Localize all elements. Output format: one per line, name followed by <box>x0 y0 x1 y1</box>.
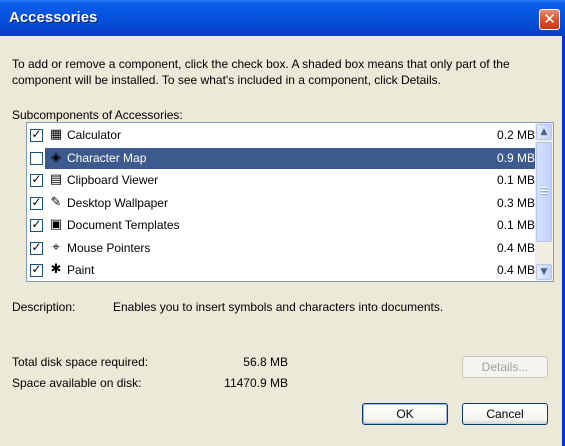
checkmark-icon: ✓ <box>31 172 42 186</box>
component-name: Calculator <box>67 128 122 142</box>
components-listbox[interactable]: ✓ ▦ Calculator 0.2 MB ◈ Character Map 0.9 MB ✓ ▤… <box>26 122 554 282</box>
component-checkbox[interactable]: ✓ <box>30 127 43 142</box>
window-title: Accessories <box>9 9 98 26</box>
disk-available-value: 11470.9 MB <box>224 376 288 390</box>
close-icon: ✕ <box>543 10 556 28</box>
component-size: 0.2 MB <box>496 128 535 142</box>
vertical-scrollbar[interactable]: ▲ ▼ <box>535 123 553 281</box>
ok-button[interactable]: OK <box>362 403 448 425</box>
component-size: 0.9 MB <box>496 150 535 165</box>
details-button[interactable]: Details... <box>462 356 548 378</box>
component-size: 0.4 MB <box>496 240 535 255</box>
wallpaper-icon: ✎ <box>50 194 62 210</box>
close-button[interactable]: ✕ <box>539 9 560 30</box>
component-name: Document Templates <box>67 218 180 232</box>
component-name: Character Map <box>67 150 147 165</box>
list-item[interactable]: ✓ ✎ Desktop Wallpaper 0.3 MB <box>27 192 535 215</box>
paint-icon: ✱ <box>50 262 62 277</box>
thumb-grip <box>541 190 548 191</box>
thumb-grip <box>541 193 548 194</box>
component-checkbox[interactable]: ✓ <box>30 172 43 187</box>
document-template-icon: ▣ <box>49 217 63 232</box>
clipboard-icon: ▤ <box>49 172 63 187</box>
accessories-dialog: Accessories ✕ To add or remove a compone… <box>0 0 565 446</box>
disk-required-value: 56.8 MB <box>243 355 288 369</box>
checkmark-icon: ✓ <box>31 262 42 276</box>
list-item[interactable]: ✓ ▣ Document Templates 0.1 MB <box>27 214 535 237</box>
subcomponents-label: Subcomponents of Accessories: <box>12 108 183 122</box>
disk-required-label: Total disk space required: <box>12 355 149 369</box>
description-value: Enables you to insert symbols and charac… <box>113 300 444 314</box>
description-label: Description: <box>12 300 76 314</box>
checkmark-icon: ✓ <box>31 217 42 231</box>
checkmark-icon: ✓ <box>31 127 42 141</box>
component-checkbox[interactable]: ✓ <box>30 194 43 210</box>
component-size: 0.1 MB <box>496 173 535 187</box>
component-name: Paint <box>67 263 95 277</box>
scroll-thumb[interactable] <box>536 142 552 242</box>
list-item[interactable]: ◈ Character Map 0.9 MB <box>27 147 535 170</box>
component-checkbox[interactable]: ✓ <box>30 217 43 232</box>
checkmark-icon: ✓ <box>31 194 42 209</box>
component-checkbox[interactable] <box>30 151 43 165</box>
list-item[interactable]: ✓ ✱ Paint 0.4 MB <box>27 259 535 282</box>
component-name: Desktop Wallpaper <box>67 195 168 210</box>
list-item[interactable]: ✓ ▦ Calculator 0.2 MB <box>27 124 535 147</box>
checkmark-icon: ✓ <box>31 239 42 254</box>
component-checkbox[interactable]: ✓ <box>30 262 43 277</box>
component-checkbox[interactable]: ✓ <box>30 239 43 255</box>
component-size: 0.4 MB <box>496 263 535 277</box>
scroll-up-button[interactable]: ▲ <box>536 124 552 140</box>
cancel-button[interactable]: Cancel <box>462 403 548 425</box>
disk-available-label: Space available on disk: <box>12 376 142 390</box>
chevron-up-icon: ▲ <box>540 127 548 137</box>
title-bar[interactable]: Accessories ✕ <box>0 0 565 36</box>
component-name: Clipboard Viewer <box>67 173 159 187</box>
instructions-text: To add or remove a component, click the … <box>12 57 510 87</box>
list-item[interactable]: ✓ ⌖ Mouse Pointers 0.4 MB <box>27 237 535 260</box>
list-item[interactable]: ✓ ▤ Clipboard Viewer 0.1 MB <box>27 169 535 192</box>
component-size: 0.3 MB <box>496 195 535 210</box>
component-name: Mouse Pointers <box>67 240 151 255</box>
components-list: ✓ ▦ Calculator 0.2 MB ◈ Character Map 0.9 MB ✓ ▤… <box>27 124 535 282</box>
thumb-grip <box>541 187 548 188</box>
scroll-down-button[interactable]: ▼ <box>536 264 552 280</box>
chevron-down-icon: ▼ <box>540 267 548 277</box>
calculator-icon: ▦ <box>49 127 63 142</box>
component-size: 0.1 MB <box>496 218 535 232</box>
character-map-icon: ◈ <box>51 149 61 165</box>
mouse-pointer-icon: ⌖ <box>52 239 60 255</box>
